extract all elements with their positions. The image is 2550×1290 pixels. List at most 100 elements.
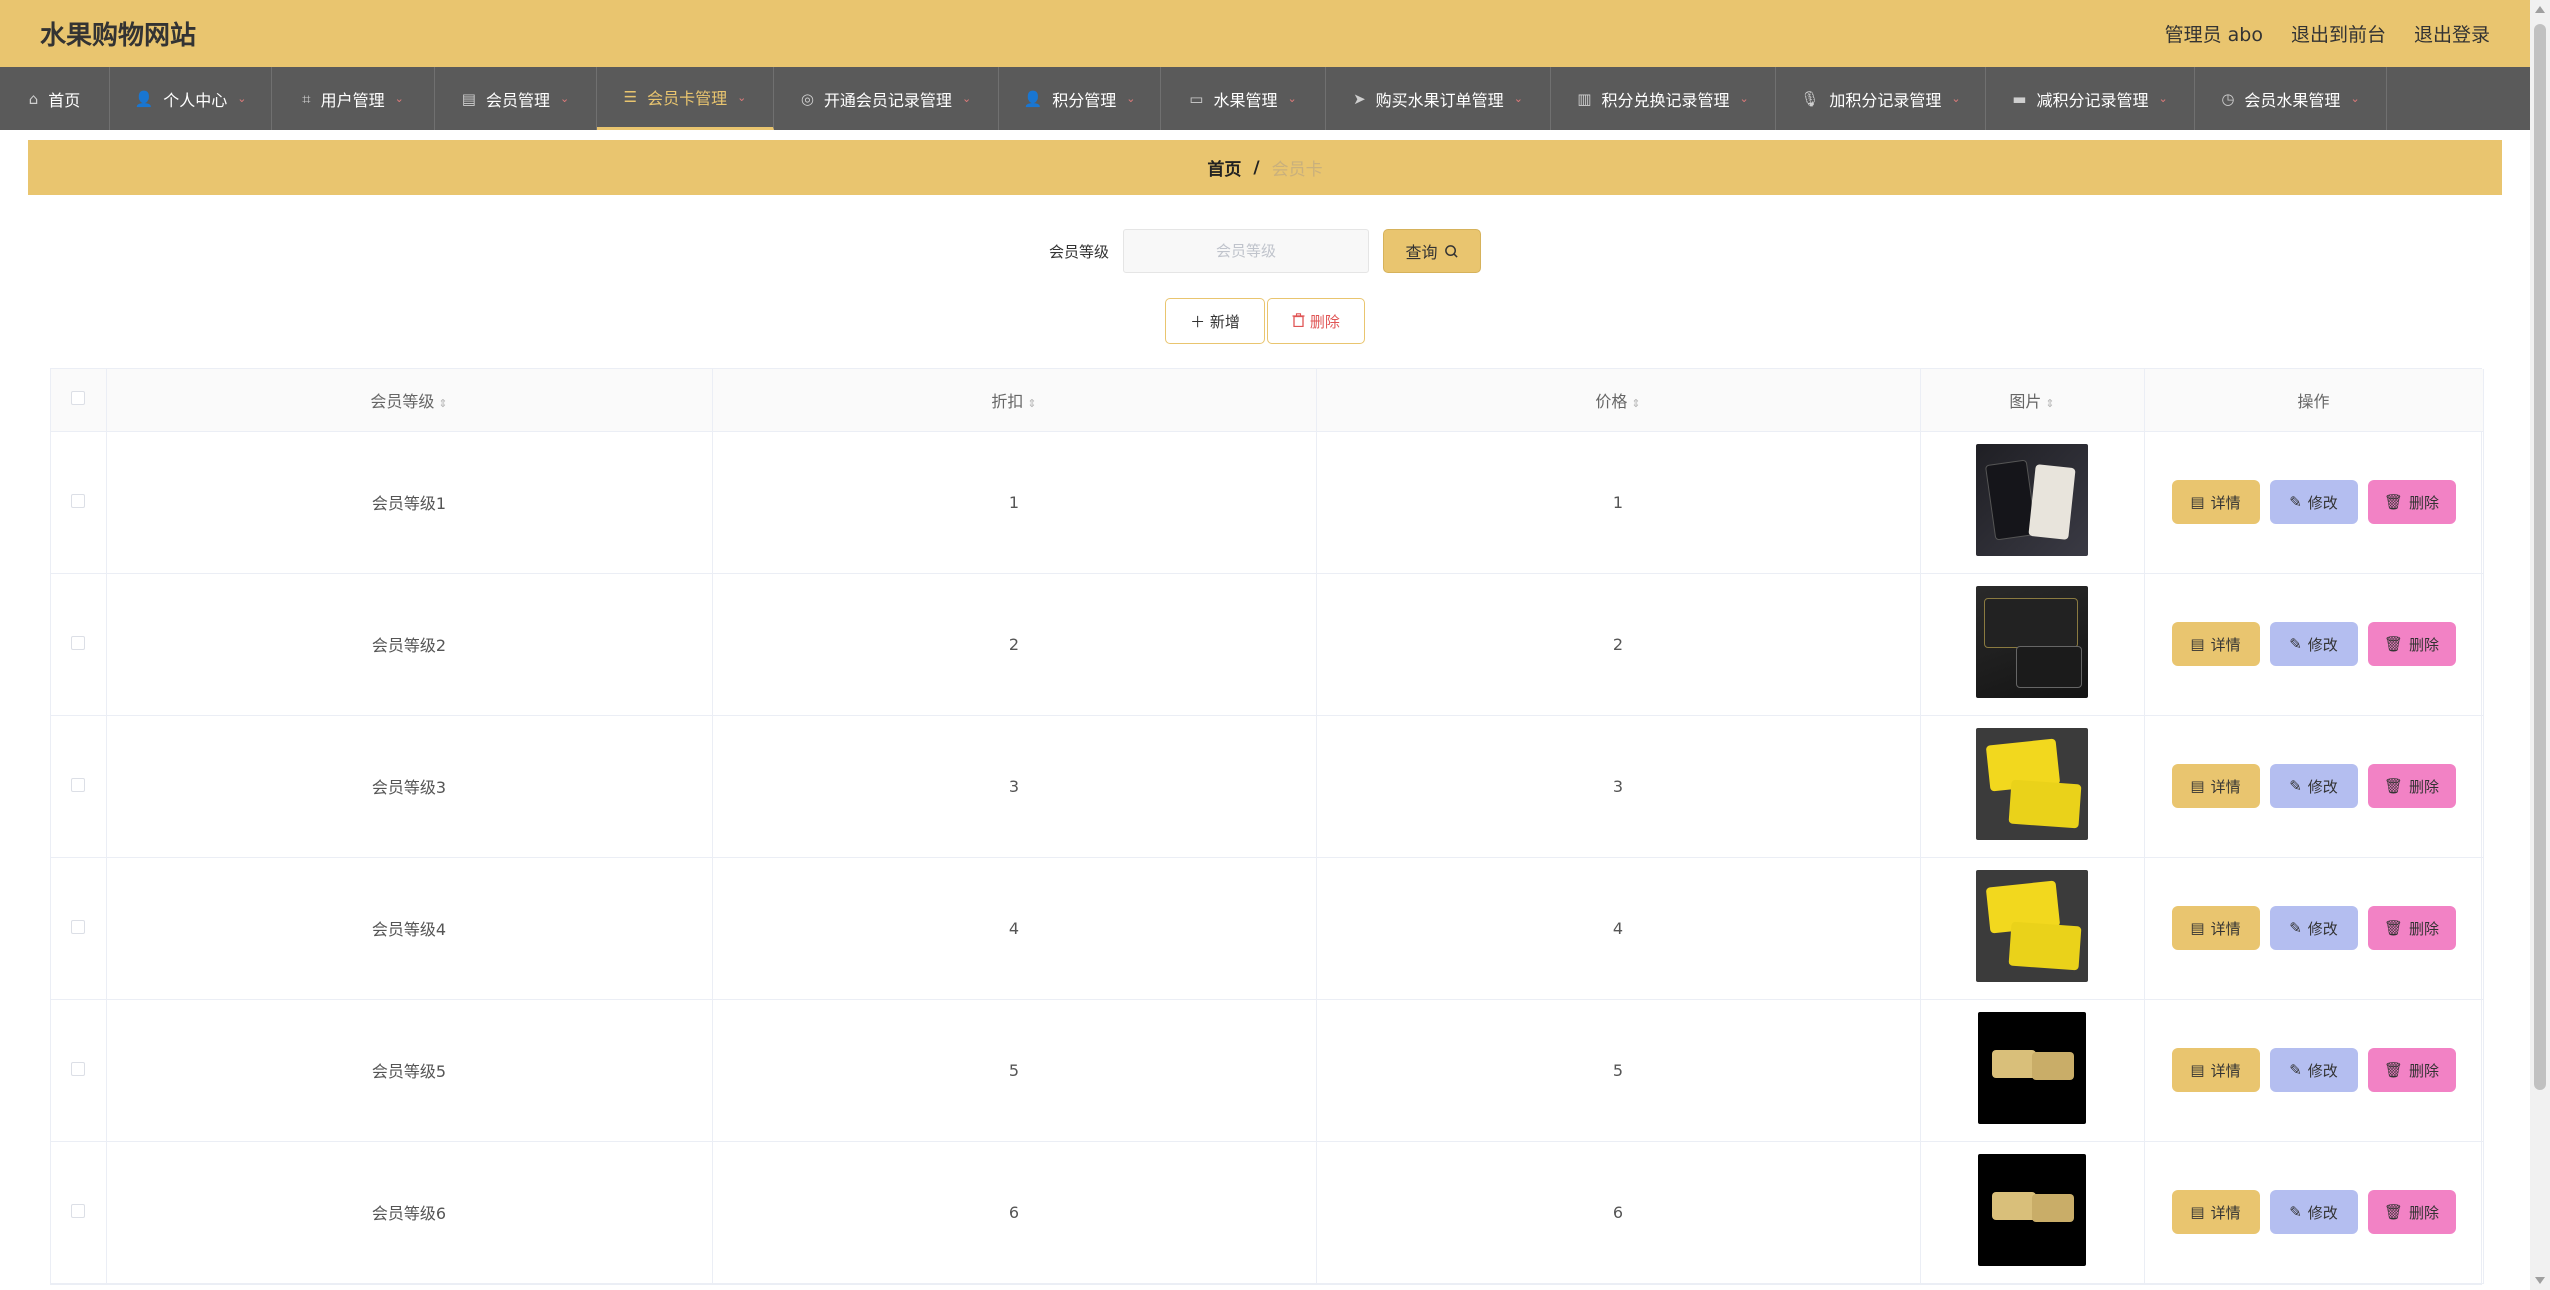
delete-button[interactable]: 🗑 删除 (2367, 622, 2456, 666)
discount-cell: 4 (712, 857, 1317, 1000)
image-cell (1920, 1141, 2145, 1284)
header-actions-label: 操作 (2297, 391, 2330, 411)
nav-item-5[interactable]: ◎ 开通会员记录管理 ⌄ (774, 67, 999, 130)
row-checkbox[interactable] (71, 493, 86, 508)
member-card-image[interactable] (1978, 1154, 2086, 1266)
delete-button[interactable]: 🗑 删除 (2367, 480, 2456, 524)
edit-button[interactable]: ✎ 修改 (2269, 1190, 2358, 1234)
nav-item-3[interactable]: ▤ 会员管理 ⌄ (435, 67, 597, 130)
document-icon: ▤ (2190, 1203, 2205, 1221)
sort-icon[interactable]: ⇕ (2045, 397, 2054, 410)
delete-button[interactable]: 🗑 删除 (2367, 764, 2456, 808)
back-to-front-link[interactable]: 退出到前台 (2291, 20, 2386, 47)
add-button-label: 新增 (1209, 312, 1240, 331)
nav-item-label: 会员卡管理 (647, 89, 728, 108)
chevron-down-icon: ⌄ (237, 92, 247, 105)
discount-cell: 3 (712, 715, 1317, 858)
trash-icon: 🗑 (2383, 1203, 2404, 1221)
header-image[interactable]: 图片 ⇕ (1920, 369, 2145, 432)
sort-icon[interactable]: ⇕ (1631, 397, 1640, 410)
row-checkbox[interactable] (71, 635, 86, 650)
sort-icon[interactable]: ⇕ (1027, 397, 1036, 410)
row-checkbox[interactable] (71, 919, 86, 934)
batch-delete-button[interactable]: 删除 (1267, 298, 1365, 344)
header-discount[interactable]: 折扣 ⇕ (712, 369, 1317, 432)
header-price[interactable]: 价格 ⇕ (1316, 369, 1921, 432)
logout-link[interactable]: 退出登录 (2414, 20, 2490, 47)
nav-item-1[interactable]: 👤 个人中心 ⌄ (110, 67, 272, 130)
scroll-down-arrow-icon[interactable] (2535, 1277, 2545, 1284)
member-card-image[interactable] (1976, 586, 2088, 698)
crop-icon: ⌗ (302, 89, 311, 108)
breadcrumb: 首页 / 会员卡 (28, 140, 2502, 195)
printer-icon: ▬ (2012, 89, 2027, 108)
table-row: 会员等级2 2 2 ▤ 详情 ✎ 修改 🗑 删除 (51, 573, 2484, 716)
edit-button[interactable]: ✎ 修改 (2269, 764, 2358, 808)
chevron-down-icon: ⌄ (1739, 92, 1749, 105)
detail-button[interactable]: ▤ 详情 (2171, 622, 2260, 666)
delete-button[interactable]: 🗑 删除 (2367, 1190, 2456, 1234)
nav-item-11[interactable]: ▬ 减积分记录管理 ⌄ (1986, 67, 2195, 130)
delete-button[interactable]: 🗑 删除 (2367, 906, 2456, 950)
nav-item-7[interactable]: ▭ 水果管理 ⌄ (1161, 67, 1326, 130)
price-cell: 2 (1316, 573, 1921, 716)
scroll-up-arrow-icon[interactable] (2535, 6, 2545, 13)
member-card-image[interactable] (1976, 444, 2088, 556)
detail-button[interactable]: ▤ 详情 (2171, 764, 2260, 808)
discount-cell: 6 (712, 1141, 1317, 1284)
price-cell: 4 (1316, 857, 1921, 1000)
document-icon: ▤ (2190, 919, 2205, 937)
edit-button[interactable]: ✎ 修改 (2269, 480, 2358, 524)
header-image-label: 图片 (2009, 391, 2042, 411)
header-level[interactable]: 会员等级 ⇕ (106, 369, 713, 432)
edit-button[interactable]: ✎ 修改 (2269, 1048, 2358, 1092)
level-cell: 会员等级1 (106, 431, 713, 574)
nav-item-label: 开通会员记录管理 (823, 90, 952, 110)
price-cell: 3 (1316, 715, 1921, 858)
detail-button-label: 详情 (2210, 493, 2241, 512)
trash-icon: 🗑 (2383, 493, 2404, 511)
detail-button[interactable]: ▤ 详情 (2171, 1190, 2260, 1234)
add-button[interactable]: ＋ 新增 (1165, 298, 1265, 344)
site-title: 水果购物网站 (40, 21, 197, 51)
search-input[interactable] (1123, 229, 1369, 273)
nav-item-8[interactable]: ➤ 购买水果订单管理 ⌄ (1326, 67, 1551, 130)
search-button-label: 查询 (1405, 243, 1438, 262)
nav-item-4[interactable]: ☰ 会员卡管理 ⌄ (597, 67, 774, 130)
detail-button[interactable]: ▤ 详情 (2171, 480, 2260, 524)
detail-button[interactable]: ▤ 详情 (2171, 1048, 2260, 1092)
nav-item-0[interactable]: ⌂ 首页 (0, 67, 110, 130)
price-cell: 6 (1316, 1141, 1921, 1284)
header-discount-label: 折扣 (991, 391, 1024, 411)
breadcrumb-home[interactable]: 首页 (1207, 155, 1241, 180)
edit-button[interactable]: ✎ 修改 (2269, 906, 2358, 950)
row-checkbox[interactable] (71, 1203, 86, 1218)
member-card-image[interactable] (1978, 1012, 2086, 1124)
member-card-image[interactable] (1976, 728, 2088, 840)
actions-cell: ▤ 详情 ✎ 修改 🗑 删除 (2144, 715, 2484, 858)
compass-icon: ◎ (800, 89, 814, 108)
row-checkbox[interactable] (71, 777, 86, 792)
nav-item-label: 加积分记录管理 (1829, 90, 1942, 110)
nav-item-6[interactable]: 👤 积分管理 ⌄ (999, 67, 1161, 130)
table-header-row: 会员等级 ⇕ 折扣 ⇕ 价格 ⇕ 图片 ⇕ 操作 (51, 369, 2484, 432)
discount-cell: 2 (712, 573, 1317, 716)
edit-button[interactable]: ✎ 修改 (2269, 622, 2358, 666)
select-all-checkbox[interactable] (71, 391, 86, 406)
nav-item-12[interactable]: ◷ 会员水果管理 ⌄ (2195, 67, 2387, 130)
edit-button-label: 修改 (2307, 777, 2338, 796)
detail-button[interactable]: ▤ 详情 (2171, 906, 2260, 950)
table-row: 会员等级4 4 4 ▤ 详情 ✎ 修改 🗑 删除 (51, 857, 2484, 1000)
table-row: 会员等级6 6 6 ▤ 详情 ✎ 修改 🗑 删除 (51, 1141, 2484, 1284)
page-scrollbar[interactable] (2530, 0, 2550, 1290)
scrollbar-thumb[interactable] (2534, 24, 2546, 1090)
member-card-image[interactable] (1976, 870, 2088, 982)
delete-button[interactable]: 🗑 删除 (2367, 1048, 2456, 1092)
sort-icon[interactable]: ⇕ (438, 397, 447, 410)
nav-item-2[interactable]: ⌗ 用户管理 ⌄ (272, 67, 435, 130)
nav-item-10[interactable]: 🎙 加积分记录管理 ⌄ (1776, 67, 1986, 130)
search-button[interactable]: 查询 (1383, 229, 1481, 273)
row-checkbox[interactable] (71, 1061, 86, 1076)
nav-item-9[interactable]: ▥ 积分兑换记录管理 ⌄ (1551, 67, 1776, 130)
chevron-down-icon: ⌄ (1287, 92, 1297, 105)
